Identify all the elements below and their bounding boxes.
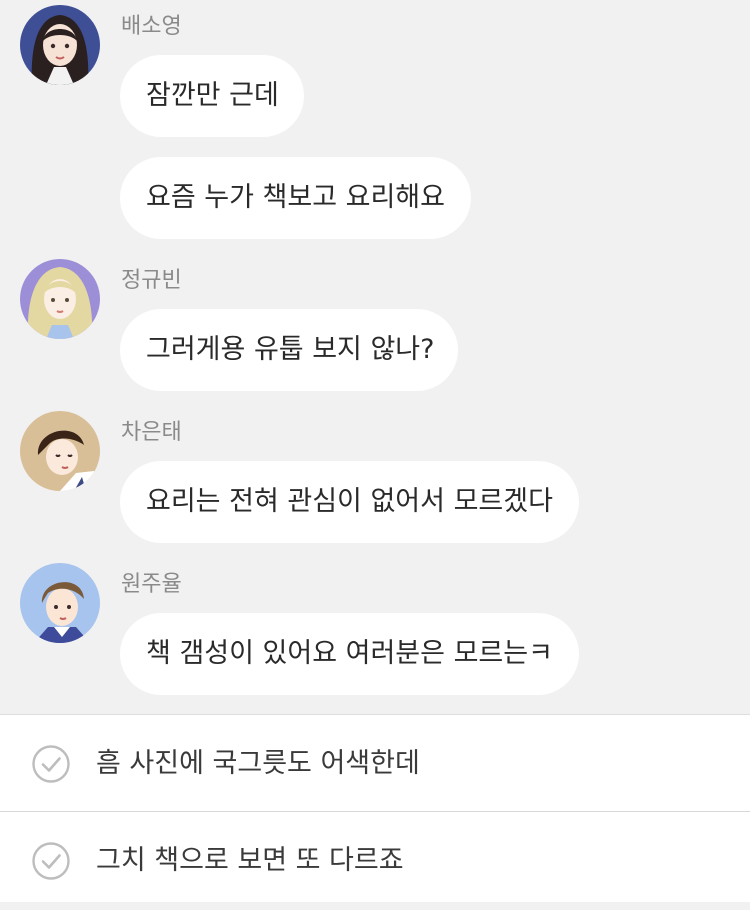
boy-light-hair-avatar-icon[interactable]: [20, 563, 100, 643]
check-circle-icon: [32, 842, 70, 880]
reply-choice-label: 흠 사진에 국그릇도 어색한데: [96, 748, 420, 779]
reply-choice-label: 그치 책으로 보면 또 다르죠: [96, 845, 404, 876]
chat-area: 배소영 잠깐만 근데 요즘 누가 책보고 요리해요 정규빈 그러게용 유툽 보지…: [0, 0, 750, 714]
check-circle-icon: [32, 745, 70, 783]
reply-choice-option[interactable]: 흠 사진에 국그릇도 어색한데: [0, 715, 750, 811]
message-bubble: 책 갬성이 있어요 여러분은 모르는ㅋ: [120, 613, 579, 695]
message-bubble: 요리는 전혀 관심이 없어서 모르겠다: [120, 461, 579, 543]
reply-choices: 흠 사진에 국그릇도 어색한데 그치 책으로 보면 또 다르죠: [0, 714, 750, 902]
girl-dark-hair-avatar-icon[interactable]: [20, 5, 100, 85]
message-bubble: 잠깐만 근데: [120, 55, 304, 137]
sender-name: 원주율: [121, 572, 182, 597]
sender-name: 차은태: [121, 420, 182, 445]
sender-name: 정규빈: [121, 268, 182, 293]
boy-brown-hair-avatar-icon[interactable]: [20, 411, 100, 491]
message-bubble: 그러게용 유툽 보지 않나?: [120, 309, 458, 391]
sender-name: 배소영: [121, 14, 182, 39]
message-bubble: 요즘 누가 책보고 요리해요: [120, 157, 471, 239]
reply-choice-option[interactable]: 그치 책으로 보면 또 다르죠: [0, 812, 750, 908]
girl-blonde-hair-avatar-icon[interactable]: [20, 259, 100, 339]
